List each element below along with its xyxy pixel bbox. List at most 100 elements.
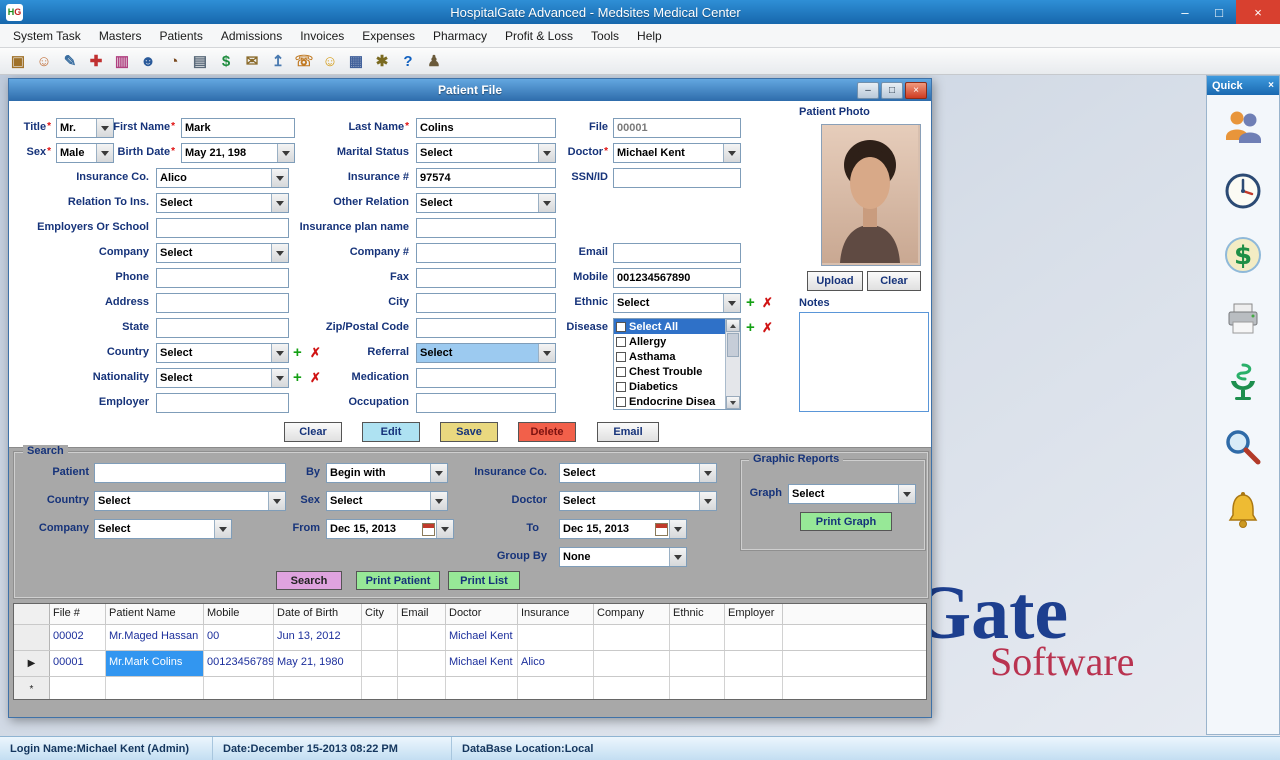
birth-date-select[interactable]: May 21, 198 (181, 143, 295, 163)
cell-insurance[interactable] (518, 625, 594, 650)
row-selector-cell[interactable] (14, 625, 50, 650)
printer-icon[interactable] (1207, 287, 1279, 351)
menu-item-masters[interactable]: Masters (90, 26, 151, 46)
appointments-icon[interactable]: ☻ (138, 50, 158, 72)
disease-item-asthama[interactable]: Asthama (614, 349, 726, 364)
print-list-button[interactable]: Print List (448, 571, 520, 590)
cell-employer[interactable] (725, 677, 783, 700)
grid-header-doctor[interactable]: Doctor (446, 604, 518, 624)
company-select[interactable]: Select (156, 243, 289, 263)
export-icon[interactable]: ↥ (268, 50, 288, 72)
search-patient-input[interactable] (94, 463, 286, 483)
search-by-select[interactable]: Begin with (326, 463, 448, 483)
grid-header-ethnic[interactable]: Ethnic (670, 604, 725, 624)
cell-company[interactable] (594, 625, 670, 650)
cell-ethnic[interactable] (670, 677, 725, 700)
cell-dob[interactable]: May 21, 1980 (274, 651, 362, 676)
cell-insurance[interactable] (518, 677, 594, 700)
dialog-titlebar[interactable]: Patient File – □ × (9, 79, 931, 101)
dialog-minimize-button[interactable]: – (857, 82, 879, 99)
close-button[interactable]: × (1236, 0, 1280, 24)
grid-header-email[interactable]: Email (398, 604, 446, 624)
search-insurance-select[interactable]: Select (559, 463, 717, 483)
chart-icon[interactable]: ▥ (112, 50, 132, 72)
insurance-co-select[interactable]: Alico (156, 168, 289, 188)
cell-ethnic[interactable] (670, 625, 725, 650)
cell-ethnic[interactable] (670, 651, 725, 676)
cell-doctor[interactable]: Michael Kent (446, 625, 518, 650)
reports-icon[interactable]: ▦ (346, 50, 366, 72)
grid-header-file[interactable]: File # (50, 604, 106, 624)
title-select[interactable]: Mr. (56, 118, 114, 138)
cell-employer[interactable] (725, 625, 783, 650)
cell-doctor[interactable]: Michael Kent (446, 651, 518, 676)
city-field[interactable] (416, 293, 556, 313)
menu-item-patients[interactable]: Patients (151, 26, 212, 46)
new-row-icon[interactable]: * (14, 677, 50, 700)
email-button[interactable]: Email (597, 422, 659, 442)
cell-email[interactable] (398, 651, 446, 676)
cell-insurance[interactable]: Alico (518, 651, 594, 676)
insurance-plan-field[interactable] (416, 218, 556, 238)
dialog-maximize-button[interactable]: □ (881, 82, 903, 99)
search-company-select[interactable]: Select (94, 519, 232, 539)
cell-company[interactable] (594, 677, 670, 700)
dialog-close-button[interactable]: × (905, 82, 927, 99)
checkbox-icon[interactable] (616, 382, 626, 392)
print-graph-button[interactable]: Print Graph (800, 512, 892, 531)
clock-icon[interactable] (1207, 159, 1279, 223)
employer-field[interactable] (156, 393, 289, 413)
employers-or-school-field[interactable] (156, 218, 289, 238)
checkbox-icon[interactable] (616, 367, 626, 377)
occupation-field[interactable] (416, 393, 556, 413)
search-doctor-select[interactable]: Select (559, 491, 717, 511)
logout-icon[interactable]: ♟ (424, 50, 444, 72)
delete-disease-icon[interactable]: ✗ (762, 320, 773, 336)
search-sex-select[interactable]: Select (326, 491, 448, 511)
table-row-selected[interactable]: ▶ 00001 Mr.Mark Colins 001234567890 May … (14, 651, 926, 677)
last-name-field[interactable] (416, 118, 556, 138)
quick-close-icon[interactable]: × (1268, 80, 1274, 91)
photo-clear-button[interactable]: Clear (867, 271, 921, 291)
medical-cross-icon[interactable]: ✚ (86, 50, 106, 72)
disease-item-chest-trouble[interactable]: Chest Trouble (614, 364, 726, 379)
money-icon[interactable]: $ (1207, 223, 1279, 287)
add-disease-icon[interactable]: + (746, 320, 755, 336)
cell-city[interactable] (362, 625, 398, 650)
feedback-icon[interactable]: ☺ (320, 50, 340, 72)
ethnic-select[interactable]: Select (613, 293, 741, 313)
cell-city[interactable] (362, 651, 398, 676)
scroll-up-icon[interactable] (726, 319, 740, 332)
search-group-by-select[interactable]: None (559, 547, 687, 567)
table-row[interactable]: 00002 Mr.Maged Hassan 00 Jun 13, 2012 Mi… (14, 625, 926, 651)
save-button[interactable]: Save (440, 422, 498, 442)
cell-mobile[interactable]: 00 (204, 625, 274, 650)
cell-company[interactable] (594, 651, 670, 676)
fax-field[interactable] (416, 268, 556, 288)
grid-header-patient-name[interactable]: Patient Name (106, 604, 204, 624)
cell-employer[interactable] (725, 651, 783, 676)
other-relation-select[interactable]: Select (416, 193, 556, 213)
disease-item-endocrine[interactable]: Endocrine Disea (614, 394, 726, 409)
referral-select[interactable]: Select (416, 343, 556, 363)
clock-icon[interactable]: ◔ (164, 50, 184, 72)
scroll-down-icon[interactable] (726, 396, 740, 409)
sex-select[interactable]: Male (56, 143, 114, 163)
search-icon[interactable] (1207, 415, 1279, 479)
payments-icon[interactable]: $ (216, 50, 236, 72)
notes-box[interactable] (799, 312, 929, 412)
email-field[interactable] (613, 243, 741, 263)
settings-icon[interactable]: ✱ (372, 50, 392, 72)
upload-button[interactable]: Upload (807, 271, 863, 291)
marital-status-select[interactable]: Select (416, 143, 556, 163)
address-field[interactable] (156, 293, 289, 313)
table-row-new[interactable]: * (14, 677, 926, 700)
delete-button[interactable]: Delete (518, 422, 576, 442)
grid-header-insurance[interactable]: Insurance (518, 604, 594, 624)
nationality-select[interactable]: Select (156, 368, 289, 388)
cell-mobile[interactable] (204, 677, 274, 700)
cell-city[interactable] (362, 677, 398, 700)
cell-mobile[interactable]: 001234567890 (204, 651, 274, 676)
cell-file[interactable]: 00001 (50, 651, 106, 676)
add-country-icon[interactable]: + (293, 345, 302, 361)
